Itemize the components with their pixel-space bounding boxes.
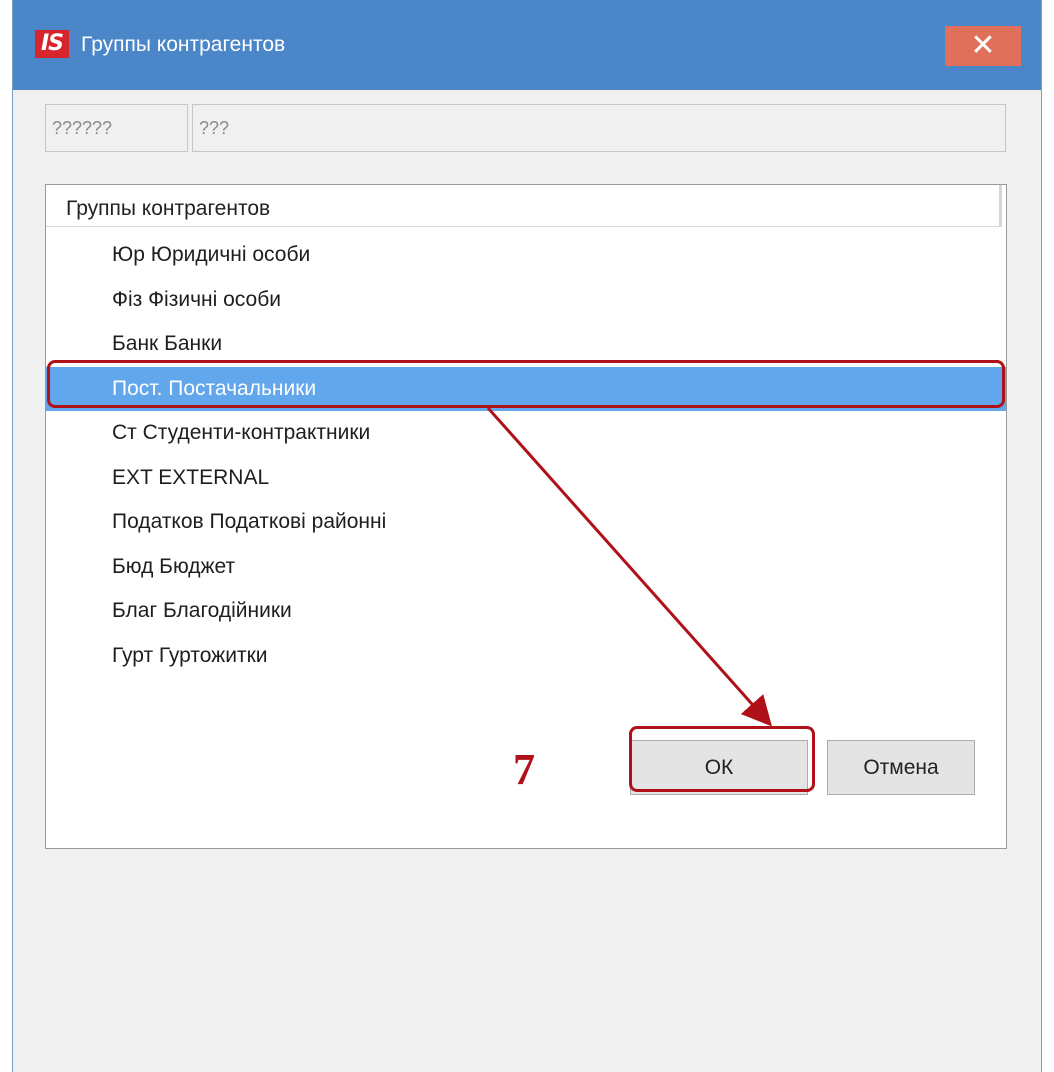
tree-item[interactable]: Благ Благодійники xyxy=(46,589,1006,634)
tree-item[interactable]: Банк Банки xyxy=(46,322,1006,367)
tree-item[interactable]: Юр Юридичні особи xyxy=(46,233,1006,278)
tree-item[interactable]: Податков Податкові районні xyxy=(46,500,1006,545)
app-logo-icon: IS xyxy=(35,30,69,58)
tree-list: Юр Юридичні особи Фіз Фізичні особи Банк… xyxy=(46,233,1006,678)
tree-item[interactable]: Ст Студенти-контрактники xyxy=(46,411,1006,456)
title-bar[interactable]: IS Группы контрагентов ✕ xyxy=(13,0,1041,90)
tree-column-header[interactable]: Группы контрагентов xyxy=(46,185,1002,227)
cancel-button[interactable]: Отмена xyxy=(827,740,975,795)
code-field[interactable]: ?????? xyxy=(45,104,188,152)
close-button[interactable]: ✕ xyxy=(945,26,1021,66)
dialog-window: IS Группы контрагентов ✕ ?????? ??? Груп… xyxy=(12,0,1042,1072)
tree-item[interactable]: EXT EXTERNAL xyxy=(46,456,1006,501)
ok-button[interactable]: ОК xyxy=(630,740,808,795)
tree-item[interactable]: Фіз Фізичні особи xyxy=(46,278,1006,323)
close-icon: ✕ xyxy=(970,28,996,63)
tree-item[interactable]: Бюд Бюджет xyxy=(46,545,1006,590)
name-field[interactable]: ??? xyxy=(192,104,1006,152)
tree-item[interactable]: Гурт Гуртожитки xyxy=(46,634,1006,679)
window-title: Группы контрагентов xyxy=(81,33,286,56)
tree-item-selected[interactable]: Пост. Постачальники xyxy=(46,366,1006,411)
